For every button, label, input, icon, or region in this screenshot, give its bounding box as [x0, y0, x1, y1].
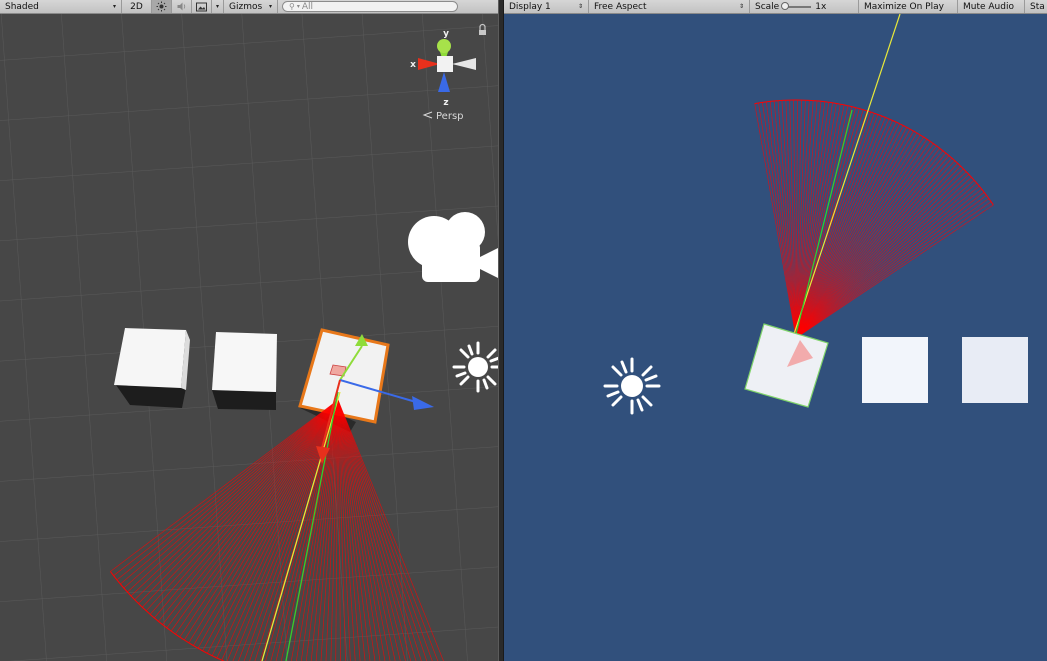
display-label: Display 1 — [509, 1, 551, 12]
vision-ray — [795, 179, 975, 339]
vision-ray — [795, 134, 921, 339]
scale-slider[interactable]: Scale 1x — [750, 0, 859, 13]
scale-slider-track[interactable] — [781, 1, 812, 10]
dropdown-arrow-icon: ▾ — [268, 3, 272, 10]
maximize-on-play-label: Maximize On Play — [864, 1, 944, 12]
gizmo-y-label: y — [443, 29, 449, 39]
directional-light-icon — [603, 357, 661, 415]
2d-mode-button[interactable]: 2D — [122, 0, 152, 13]
gizmos-dropdown[interactable]: Gizmos ▾ — [224, 0, 278, 13]
dropdown-arrow-icon: ▾ — [112, 3, 116, 10]
scene-search-field[interactable]: ⚲ ▾ All — [282, 1, 458, 12]
shading-mode-label: Shaded — [5, 1, 39, 12]
game-cube-2 — [962, 337, 1028, 403]
aspect-label: Free Aspect — [594, 1, 647, 12]
shading-mode-dropdown[interactable]: Shaded ▾ — [0, 0, 122, 13]
vision-ray — [795, 123, 901, 339]
scene-cube-1[interactable] — [114, 328, 190, 408]
effects-toggle[interactable] — [192, 0, 212, 13]
maximize-on-play-toggle[interactable]: Maximize On Play — [859, 0, 958, 13]
stats-toggle[interactable]: Sta — [1025, 0, 1047, 13]
display-dropdown[interactable]: Display 1 ⇕ — [504, 0, 589, 13]
gizmos-label: Gizmos — [229, 1, 263, 12]
game-enemy-cube — [744, 323, 829, 408]
scene-view[interactable]: y x z Persp — [0, 14, 498, 661]
vision-ray — [795, 171, 967, 339]
dropdown-arrow-icon: ⇕ — [738, 3, 744, 10]
vision-ray — [769, 101, 797, 339]
search-filter-arrow-icon: ▾ — [296, 3, 300, 10]
2d-mode-label: 2D — [130, 1, 143, 12]
mute-audio-label: Mute Audio — [963, 1, 1014, 12]
search-placeholder: All — [301, 1, 314, 12]
vision-ray — [795, 114, 879, 339]
audio-toggle[interactable] — [172, 0, 192, 13]
game-view[interactable] — [504, 14, 1047, 661]
stats-label: Sta — [1030, 1, 1045, 12]
sun-icon — [156, 1, 167, 12]
scene-cube-2[interactable] — [212, 332, 277, 410]
projection-label[interactable]: Persp — [436, 111, 464, 122]
scene-toolbar: Shaded ▾ 2D ▾ Gizmos ▾ ⚲ ▾ All — [0, 0, 498, 14]
dropdown-arrow-icon: ▾ — [215, 3, 219, 10]
unity-editor: Shaded ▾ 2D ▾ Gizmos ▾ ⚲ ▾ All Display 1… — [0, 0, 1047, 661]
vision-ray — [765, 101, 797, 339]
gizmo-z-label: z — [443, 98, 448, 108]
speaker-icon — [177, 2, 186, 11]
game-vision-cone — [754, 99, 994, 339]
search-icon: ⚲ — [289, 2, 295, 11]
game-cube-1 — [862, 337, 928, 403]
vision-ray — [795, 174, 970, 339]
scene-viewport[interactable]: y x z Persp — [0, 14, 498, 661]
effects-dropdown[interactable]: ▾ — [212, 0, 224, 13]
dropdown-arrow-icon: ⇕ — [577, 3, 583, 10]
gizmo-x-label: x — [410, 60, 416, 70]
scale-label: Scale — [755, 1, 780, 12]
scale-value: 1x — [815, 1, 827, 12]
image-icon — [196, 2, 207, 11]
mute-audio-toggle[interactable]: Mute Audio — [958, 0, 1025, 13]
lighting-toggle[interactable] — [152, 0, 172, 13]
aspect-dropdown[interactable]: Free Aspect ⇕ — [589, 0, 750, 13]
scale-slider-knob[interactable] — [781, 1, 790, 10]
vision-ray — [754, 103, 797, 339]
game-viewport — [603, 14, 1028, 415]
gizmo-center-cube[interactable] — [437, 56, 453, 72]
game-toolbar: Display 1 ⇕ Free Aspect ⇕ Scale 1x Maxim… — [504, 0, 1047, 14]
